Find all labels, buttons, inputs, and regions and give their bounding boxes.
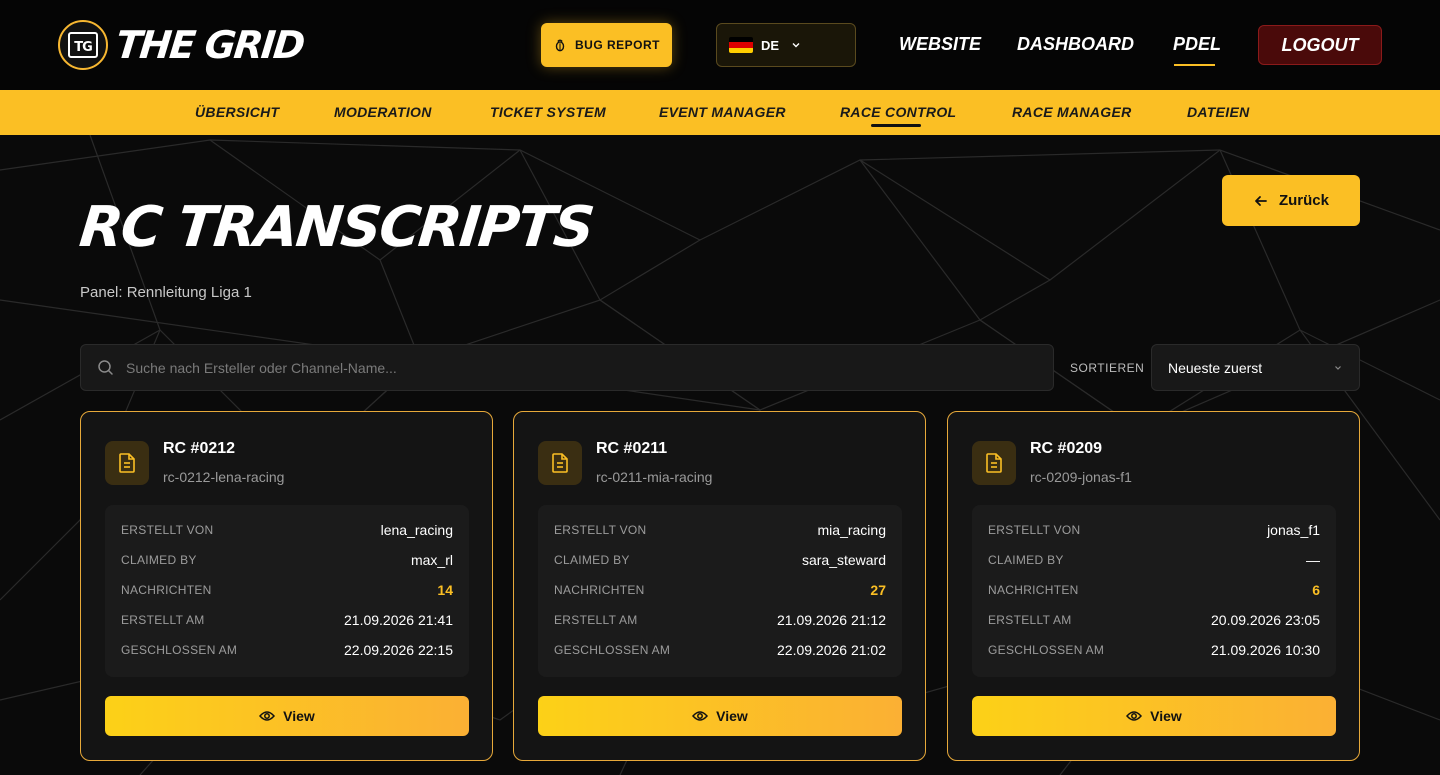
- view-label: View: [1150, 708, 1182, 724]
- bug-report-label: BUG REPORT: [574, 38, 660, 52]
- card-channel: rc-0209-jonas-f1: [1030, 469, 1132, 485]
- search-bar: [80, 344, 1054, 391]
- card-channel: rc-0212-lena-racing: [163, 469, 285, 485]
- card-title: RC #0212: [163, 440, 236, 457]
- brand-logo[interactable]: TG THE GRID: [58, 20, 306, 70]
- messages-value: 27: [870, 582, 886, 598]
- created-by-value: mia_racing: [817, 522, 886, 538]
- view-button[interactable]: View: [538, 696, 902, 736]
- card-info-panel: ERSTELLT VON jonas_f1 CLAIMED BY — NACHRIC…: [972, 505, 1336, 677]
- messages-value: 14: [437, 582, 453, 598]
- messages-label: NACHRICHTEN: [988, 583, 1079, 597]
- transcript-card: RC #0211 rc-0211-mia-racing ERSTELLT VON…: [513, 411, 926, 761]
- nav-pdel[interactable]: PDEL: [1173, 34, 1221, 55]
- logout-button[interactable]: LOGOUT: [1258, 25, 1382, 65]
- claimed-by-value: sara_steward: [801, 552, 886, 568]
- created-by-label: ERSTELLT VON: [988, 523, 1081, 537]
- chevron-down-icon: [1335, 365, 1341, 370]
- card-info-panel: ERSTELLT VON lena_racing CLAIMED BY max_rl…: [105, 505, 469, 677]
- eye-icon: [692, 711, 709, 721]
- claimed-by-value: max_rl: [410, 552, 453, 568]
- eye-icon: [259, 711, 276, 721]
- created-by-label: ERSTELLT VON: [554, 523, 647, 537]
- claimed-by-value: —: [1306, 552, 1320, 568]
- document-icon: [972, 441, 1016, 485]
- view-button[interactable]: View: [972, 696, 1336, 736]
- claimed-by-label: CLAIMED BY: [988, 553, 1064, 567]
- transcript-card: RC #0209 rc-0209-jonas-f1 ERSTELLT VON jo…: [947, 411, 1360, 761]
- page-title: RC TRANSCRIPTS: [76, 195, 596, 260]
- closed-at-label: GESCHLOSSEN AM: [988, 643, 1105, 657]
- nav-active-indicator: [1174, 64, 1215, 66]
- sort-selected-value: Neueste zuerst: [1168, 359, 1263, 376]
- created-by-label: ERSTELLT VON: [121, 523, 214, 537]
- created-by-value: lena_racing: [380, 522, 453, 538]
- subnav-event-manager[interactable]: EVENT MANAGER: [659, 104, 786, 120]
- subnav-active-indicator: [871, 124, 921, 127]
- sub-navigation: ÜBERSICHT MODERATION TICKET SYSTEM EVENT…: [0, 90, 1440, 135]
- view-label: View: [283, 708, 315, 724]
- subnav-dateien[interactable]: DATEIEN: [1187, 104, 1250, 120]
- logo-badge-text: TG: [68, 32, 98, 58]
- messages-value: 6: [1312, 582, 1320, 598]
- back-button[interactable]: Zurück: [1222, 175, 1360, 226]
- view-label: View: [716, 708, 748, 724]
- arrow-left-icon: [1255, 195, 1267, 206]
- eye-icon: [1126, 711, 1143, 721]
- created-by-value: jonas_f1: [1267, 522, 1320, 538]
- card-title: RC #0211: [596, 440, 668, 457]
- card-title: RC #0209: [1030, 440, 1103, 457]
- language-selector[interactable]: DE: [716, 23, 856, 67]
- bug-report-button[interactable]: BUG REPORT: [541, 23, 672, 67]
- logo-text: THE GRID: [113, 23, 306, 67]
- closed-at-value: 21.09.2026 10:30: [1211, 642, 1320, 658]
- messages-label: NACHRICHTEN: [121, 583, 212, 597]
- closed-at-label: GESCHLOSSEN AM: [554, 643, 671, 657]
- created-at-value: 21.09.2026 21:12: [777, 612, 886, 628]
- chevron-down-icon: [792, 43, 800, 48]
- sort-label: SORTIEREN: [1070, 361, 1145, 375]
- nav-dashboard[interactable]: DASHBOARD: [1017, 34, 1134, 55]
- card-channel: rc-0211-mia-racing: [596, 469, 713, 485]
- document-icon: [105, 441, 149, 485]
- panel-label: Panel: Rennleitung Liga 1: [80, 284, 252, 301]
- closed-at-value: 22.09.2026 22:15: [344, 642, 453, 658]
- bug-icon: [555, 39, 565, 52]
- subnav-ticket-system[interactable]: TICKET SYSTEM: [490, 104, 606, 120]
- main-content: RC TRANSCRIPTS Panel: Rennleitung Liga 1…: [0, 135, 1440, 775]
- closed-at-value: 22.09.2026 21:02: [777, 642, 886, 658]
- document-icon: [538, 441, 582, 485]
- created-at-label: ERSTELLT AM: [988, 613, 1072, 627]
- search-icon: [98, 360, 113, 375]
- created-at-label: ERSTELLT AM: [121, 613, 205, 627]
- messages-label: NACHRICHTEN: [554, 583, 645, 597]
- sort-select[interactable]: Neueste zuerst: [1151, 344, 1360, 391]
- transcript-card: RC #0212 rc-0212-lena-racing ERSTELLT VO…: [80, 411, 493, 761]
- search-input[interactable]: [126, 359, 1026, 376]
- card-info-panel: ERSTELLT VON mia_racing CLAIMED BY sara_st…: [538, 505, 902, 677]
- closed-at-label: GESCHLOSSEN AM: [121, 643, 238, 657]
- nav-website[interactable]: WEBSITE: [899, 34, 981, 55]
- created-at-value: 21.09.2026 21:41: [344, 612, 453, 628]
- subnav-race-manager[interactable]: RACE MANAGER: [1012, 104, 1132, 120]
- created-at-value: 20.09.2026 23:05: [1211, 612, 1320, 628]
- subnav-moderation[interactable]: MODERATION: [334, 104, 432, 120]
- back-label: Zurück: [1278, 192, 1329, 209]
- subnav-race-control[interactable]: RACE CONTROL: [840, 104, 956, 120]
- claimed-by-label: CLAIMED BY: [554, 553, 630, 567]
- language-label: DE: [761, 37, 780, 53]
- claimed-by-label: CLAIMED BY: [121, 553, 197, 567]
- created-at-label: ERSTELLT AM: [554, 613, 638, 627]
- german-flag-icon: [729, 37, 753, 53]
- logo-badge: TG: [58, 20, 108, 70]
- top-header: TG THE GRID BUG REPORT DE WEBSITE DASHBO…: [0, 0, 1440, 90]
- subnav-uebersicht[interactable]: ÜBERSICHT: [195, 104, 279, 120]
- view-button[interactable]: View: [105, 696, 469, 736]
